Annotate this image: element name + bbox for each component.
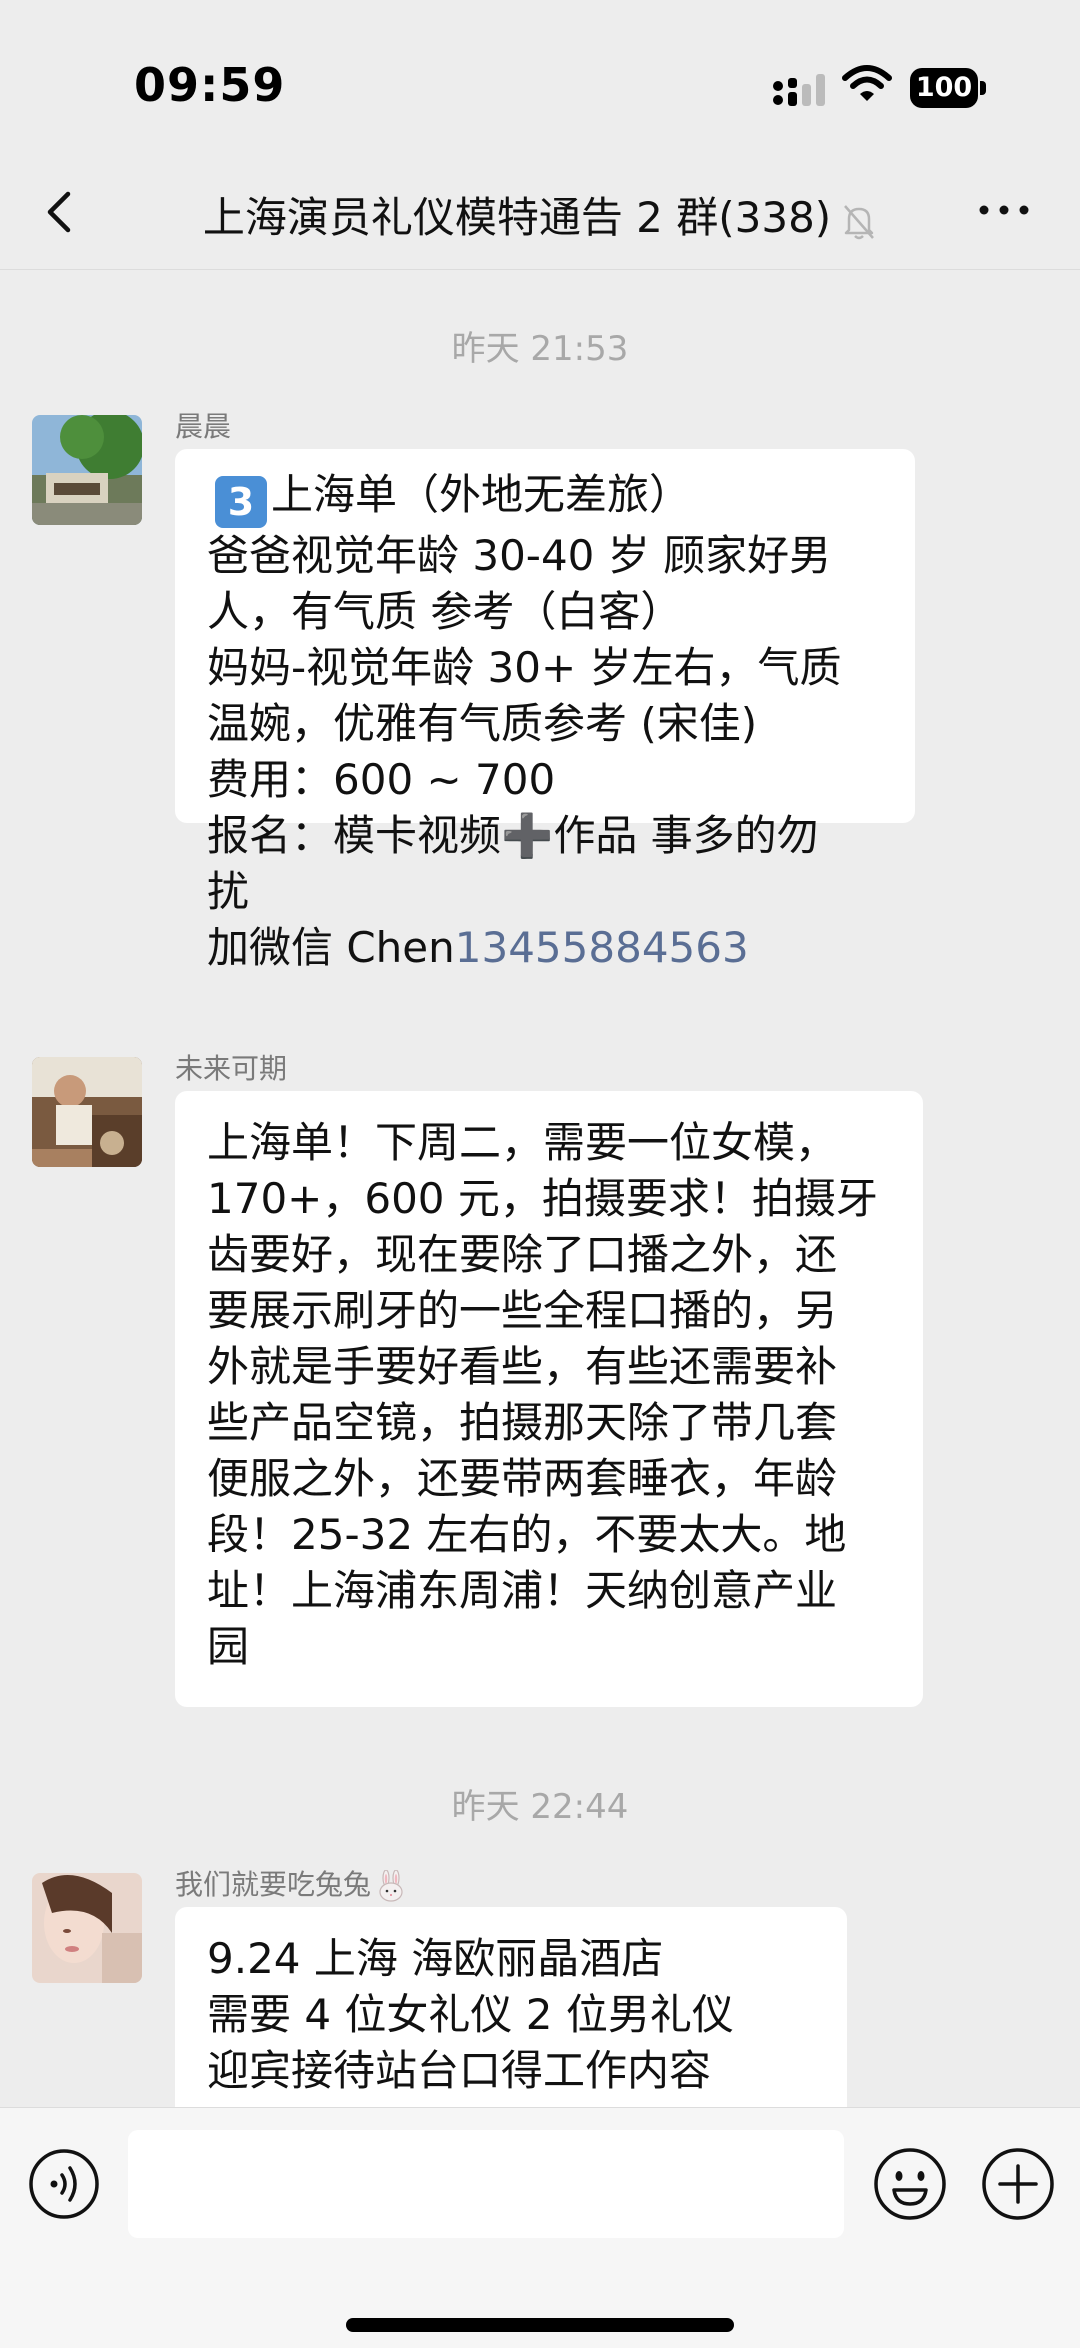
message-text: 9.24 上海 海欧丽晶酒店 [207, 1934, 664, 1983]
message-text: 上海单（外地无差旅） [271, 470, 692, 519]
message-text: 段！25-32 左右的，不要太大。地 [207, 1510, 847, 1559]
avatar-image [32, 1057, 142, 1167]
message-text: 作品 事多的勿 [553, 811, 819, 860]
message-text: 址！上海浦东周浦！天纳创意产业 [207, 1566, 838, 1615]
message-text: 爸爸视觉年龄 30-40 岁 顾家好男 [207, 531, 832, 580]
message-text: 加微信 Chen [207, 923, 455, 972]
voice-input-icon[interactable] [28, 2148, 100, 2220]
status-time: 09:59 [134, 58, 286, 112]
plus-emoji-icon: ➕ [501, 811, 554, 860]
battery-level: 100 [915, 72, 973, 103]
more-options-icon[interactable] [974, 190, 1034, 230]
wifi-icon [842, 65, 892, 101]
keycap-3-icon: 3 [215, 476, 267, 528]
status-bar: 09:59 100 [0, 0, 1080, 170]
message-text: 齿要好，现在要除了口播之外，还 [207, 1230, 838, 1279]
message-text: 报名：模卡视频 [207, 811, 502, 860]
battery-indicator: 100 [910, 68, 986, 108]
avatar-image [32, 415, 142, 525]
mute-bell-icon [844, 204, 875, 239]
message-input[interactable] [128, 2130, 844, 2238]
cellular-signal-icon [773, 74, 825, 106]
message-text: 外就是手要好看些，有些还需要补 [207, 1342, 838, 1391]
sender-name: 我们就要吃兔兔 [175, 1863, 407, 1903]
message-text: 妈妈-视觉年龄 30+ 岁左右，气质 [207, 643, 842, 692]
emoji-icon[interactable] [872, 2146, 948, 2222]
message-text: 迎宾接待站台口得工作内容 [207, 2046, 712, 2095]
sender-name: 未来可期 [175, 1052, 288, 1085]
avatar[interactable] [32, 1057, 142, 1167]
chat-title: 上海演员礼仪模特通告 2 群(338) [110, 184, 970, 245]
sender-name: 晨晨 [175, 410, 232, 443]
message-text: 扰 [207, 867, 250, 916]
rabbit-icon [379, 1870, 403, 1902]
avatar[interactable] [32, 1873, 142, 1983]
message-text: 要展示刷牙的一些全程口播的，另 [207, 1286, 838, 1335]
message-text: 园 [207, 1622, 250, 1671]
message-text: 上海单！下周二，需要一位女模， [207, 1118, 838, 1167]
message-bubble[interactable]: 3 上海单（外地无差旅） 爸爸视觉年龄 30-40 岁 顾家好男 人，有气质 参考… [175, 449, 915, 972]
message-timestamp: 昨天 22:44 [451, 1787, 629, 1827]
chat-title-text: 上海演员礼仪模特通告 2 群(338) [202, 193, 832, 242]
phone-number-link[interactable]: 13455884563 [455, 923, 749, 972]
message-text: 170+，600 元，拍摄要求！拍摄牙 [207, 1174, 878, 1223]
back-icon[interactable] [40, 182, 80, 242]
message-text: 人，有气质 参考（白客） [207, 587, 683, 636]
chat-message-list[interactable]: 昨天 21:53 晨晨 3 上海单（外地无差旅） 爸爸视觉年龄 30-40 岁 顾… [0, 271, 1080, 2107]
add-icon[interactable] [980, 2146, 1056, 2222]
message-text: 温婉，优雅有气质参考 (宋佳) [207, 699, 758, 748]
message-bubble[interactable]: 上海单！下周二，需要一位女模， 170+，600 元，拍摄要求！拍摄牙 齿要好，… [175, 1091, 923, 1707]
message-timestamp: 昨天 21:53 [451, 329, 629, 369]
avatar[interactable] [32, 415, 142, 525]
message-text: 需要 4 位女礼仪 2 位男礼仪 [207, 1990, 734, 2039]
nav-bar: 上海演员礼仪模特通告 2 群(338) [0, 170, 1080, 270]
input-bar [0, 2107, 1080, 2348]
home-indicator [346, 2318, 734, 2332]
sender-name-text: 我们就要吃兔兔 [175, 1868, 372, 1901]
message-bubble[interactable]: 9.24 上海 海欧丽晶酒店 需要 4 位女礼仪 2 位男礼仪 迎宾接待站台口得… [175, 1907, 847, 2107]
message-text: 些产品空镜，拍摄那天除了带几套 [207, 1398, 838, 1447]
message-text: 费用：600 ~ 700 [207, 755, 556, 804]
avatar-image [32, 1873, 142, 1983]
message-text: 便服之外，还要带两套睡衣，年龄 [207, 1454, 838, 1503]
